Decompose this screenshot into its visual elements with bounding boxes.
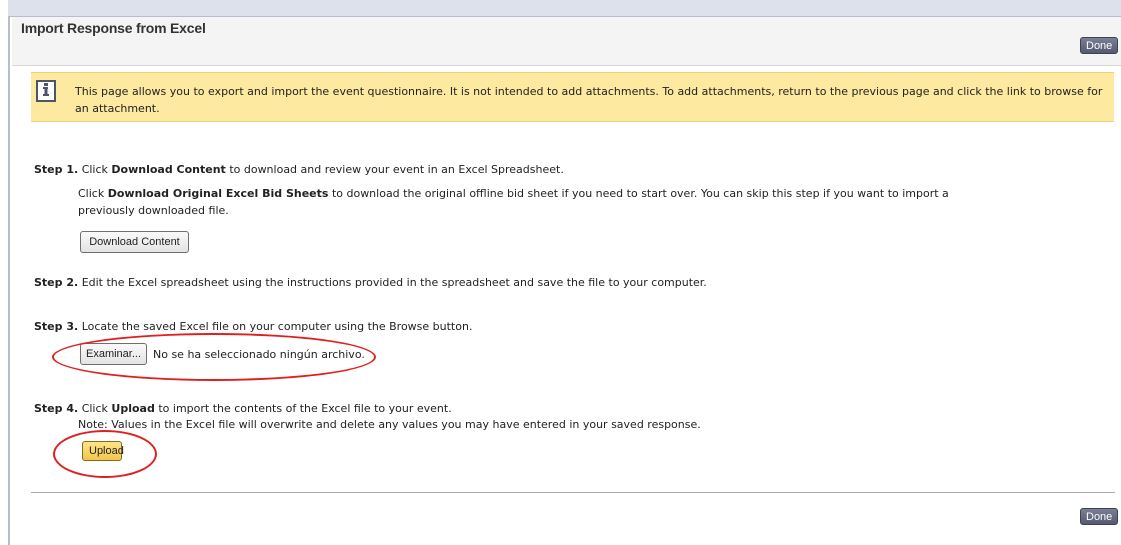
step-3-label: Step 3. xyxy=(34,320,79,333)
step-1-line2-bold: Download Original Excel Bid Sheets xyxy=(107,187,329,200)
step-4-note: Note: Values in the Excel file will over… xyxy=(78,418,701,431)
done-button-top[interactable]: Done xyxy=(1080,37,1119,54)
footer-divider xyxy=(31,492,1115,493)
step-1-line2-pre: Click xyxy=(78,187,105,200)
left-frame-border xyxy=(8,16,10,545)
info-text: This page allows you to export and impor… xyxy=(75,85,1103,115)
step-1-line: Step 1. Click Download Content to downlo… xyxy=(34,163,564,177)
step-3-line: Step 3. Locate the saved Excel file on y… xyxy=(34,320,472,334)
step-3-text: Locate the saved Excel file on your comp… xyxy=(81,320,473,333)
step-2-label: Step 2. xyxy=(34,276,79,289)
step-1-text-pre: Click xyxy=(81,163,108,176)
upload-button[interactable]: Upload xyxy=(82,441,124,461)
download-content-button[interactable]: Download Content xyxy=(80,231,189,253)
step-2-text: Edit the Excel spreadsheet using the ins… xyxy=(81,276,707,289)
step-1-bold: Download Content xyxy=(111,163,226,176)
info-banner: This page allows you to export and impor… xyxy=(31,72,1114,122)
done-button-bottom[interactable]: Done xyxy=(1080,508,1119,525)
step-2-line: Step 2. Edit the Excel spreadsheet using… xyxy=(34,276,707,290)
step-4-line: Step 4. Click Upload to import the conte… xyxy=(34,402,452,416)
step-1-detail: Click Download Original Excel Bid Sheets… xyxy=(78,185,978,219)
step-1-label: Step 1. xyxy=(34,163,79,176)
browse-button[interactable]: Examinar... xyxy=(80,343,147,365)
page-title: Import Response from Excel xyxy=(21,20,206,36)
file-status-text: No se ha seleccionado ningún archivo. xyxy=(153,348,365,361)
step-4-text-pre: Click xyxy=(81,402,108,415)
step-4-bold: Upload xyxy=(111,402,155,415)
info-icon xyxy=(36,80,56,102)
step-4-label: Step 4. xyxy=(34,402,79,415)
step-1-text-post: to download and review your event in an … xyxy=(229,163,564,176)
step-4-text-post: to import the contents of the Excel file… xyxy=(158,402,452,415)
top-frame-bar xyxy=(8,0,1121,17)
